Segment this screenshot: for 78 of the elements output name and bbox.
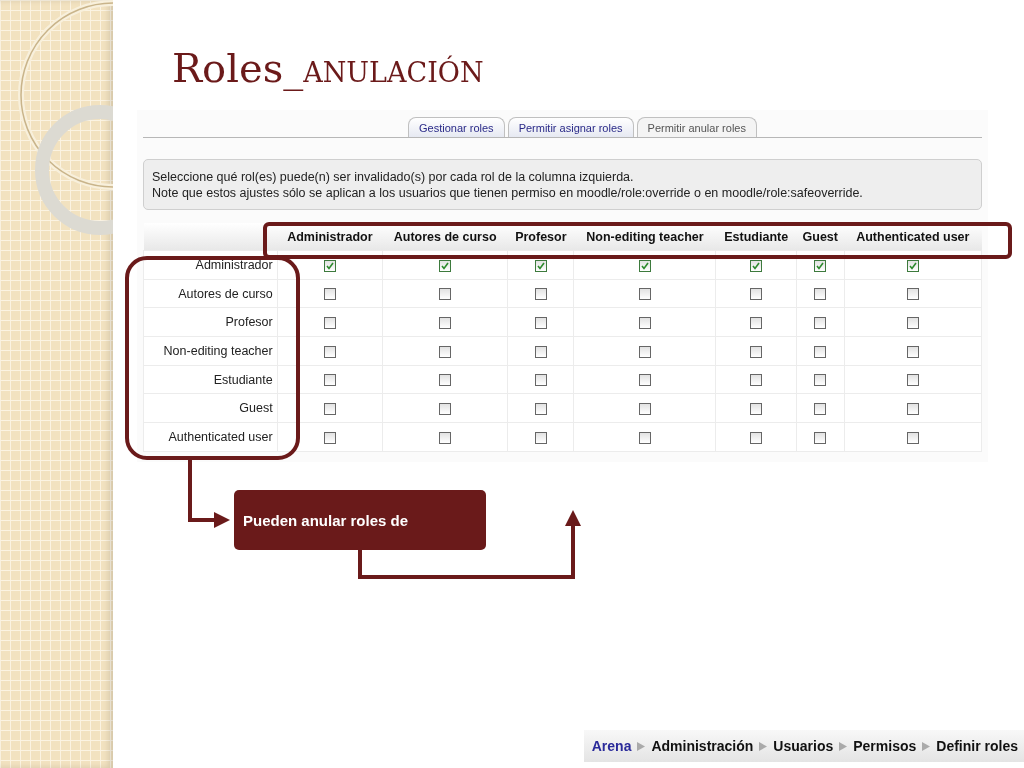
separator-icon	[922, 741, 931, 751]
checkbox[interactable]	[439, 403, 452, 415]
tab[interactable]: Gestionar roles	[408, 117, 505, 137]
breadcrumb-item: Usuarios	[773, 738, 834, 754]
checkbox[interactable]	[906, 259, 919, 272]
checkbox[interactable]	[906, 288, 919, 301]
row-label: Authenticated user	[143, 422, 278, 452]
checkbox[interactable]	[534, 259, 547, 272]
checkbox[interactable]	[638, 345, 651, 358]
checkbox[interactable]	[323, 288, 336, 301]
tick-icon	[536, 261, 545, 270]
checkbox[interactable]	[439, 288, 452, 301]
breadcrumb-item: Permisos	[853, 738, 917, 754]
breadcrumb-item: Definir roles	[936, 738, 1018, 754]
tick-icon	[908, 261, 917, 270]
breadcrumb-link[interactable]: Arena	[591, 738, 632, 754]
checkbox[interactable]	[323, 374, 336, 387]
checkbox[interactable]	[906, 345, 919, 358]
checkbox[interactable]	[439, 374, 452, 387]
checkbox[interactable]	[814, 345, 827, 358]
callout-text: Pueden anular roles de	[234, 490, 486, 550]
checkbox[interactable]	[323, 316, 336, 329]
tick-icon	[640, 261, 649, 270]
checkbox[interactable]	[534, 316, 547, 329]
checkbox[interactable]	[750, 403, 763, 415]
breadcrumb-item: Administración	[651, 738, 754, 754]
tick-icon	[441, 261, 450, 270]
checkbox[interactable]	[750, 374, 763, 387]
checkbox[interactable]	[534, 374, 547, 387]
separator-icon	[759, 741, 768, 751]
checkbox[interactable]	[638, 259, 651, 272]
checkbox[interactable]	[439, 259, 452, 272]
checkbox[interactable]	[323, 431, 336, 444]
checkbox[interactable]	[906, 374, 919, 387]
checkbox[interactable]	[814, 403, 827, 415]
checkbox[interactable]	[906, 316, 919, 329]
row-label: Non-editing teacher	[143, 336, 278, 366]
arrow	[188, 460, 230, 528]
separator-icon	[839, 741, 848, 751]
tab[interactable]: Permitir asignar roles	[507, 117, 634, 137]
checkbox[interactable]	[750, 431, 763, 444]
checkbox[interactable]	[323, 345, 336, 358]
checkbox[interactable]	[814, 288, 827, 301]
checkbox[interactable]	[750, 316, 763, 329]
checkbox[interactable]	[323, 403, 336, 415]
checkbox[interactable]	[534, 403, 547, 415]
tick-icon	[752, 261, 761, 270]
checkbox[interactable]	[638, 374, 651, 387]
checkbox[interactable]	[638, 403, 651, 415]
info-text: Seleccione qué rol(es) puede(n) ser invalidado(s) por cada rol de la columna izquierda.	[152, 169, 635, 185]
checkbox[interactable]	[750, 288, 763, 301]
checkbox[interactable]	[814, 431, 827, 444]
checkbox[interactable]	[638, 431, 651, 444]
tick-icon	[325, 261, 334, 270]
checkbox[interactable]	[534, 288, 547, 301]
checkbox[interactable]	[750, 345, 763, 358]
tab[interactable]: Permitir anular roles	[636, 117, 757, 137]
checkbox[interactable]	[906, 403, 919, 415]
checkbox[interactable]	[814, 374, 827, 387]
checkbox[interactable]	[750, 259, 763, 272]
separator-icon	[637, 741, 646, 751]
checkbox[interactable]	[638, 316, 651, 329]
checkbox[interactable]	[439, 345, 452, 358]
checkbox[interactable]	[323, 259, 336, 272]
checkbox[interactable]	[814, 316, 827, 329]
tick-icon	[816, 261, 825, 270]
row-label: Profesor	[143, 307, 278, 337]
info-text: Note que estos ajustes sólo se aplican a los usuarios que tienen permiso en moodle/role:override o en moodle/role:safeoverride.	[152, 185, 864, 201]
row-label: Estudiante	[143, 365, 278, 394]
checkbox[interactable]	[534, 431, 547, 444]
row-label: Autores de curso	[143, 279, 278, 308]
checkbox[interactable]	[439, 316, 452, 329]
checkbox[interactable]	[439, 431, 452, 444]
row-label: Guest	[143, 393, 278, 423]
checkbox[interactable]	[906, 431, 919, 444]
checkbox[interactable]	[534, 345, 547, 358]
checkbox[interactable]	[814, 259, 827, 272]
checkbox[interactable]	[638, 288, 651, 301]
